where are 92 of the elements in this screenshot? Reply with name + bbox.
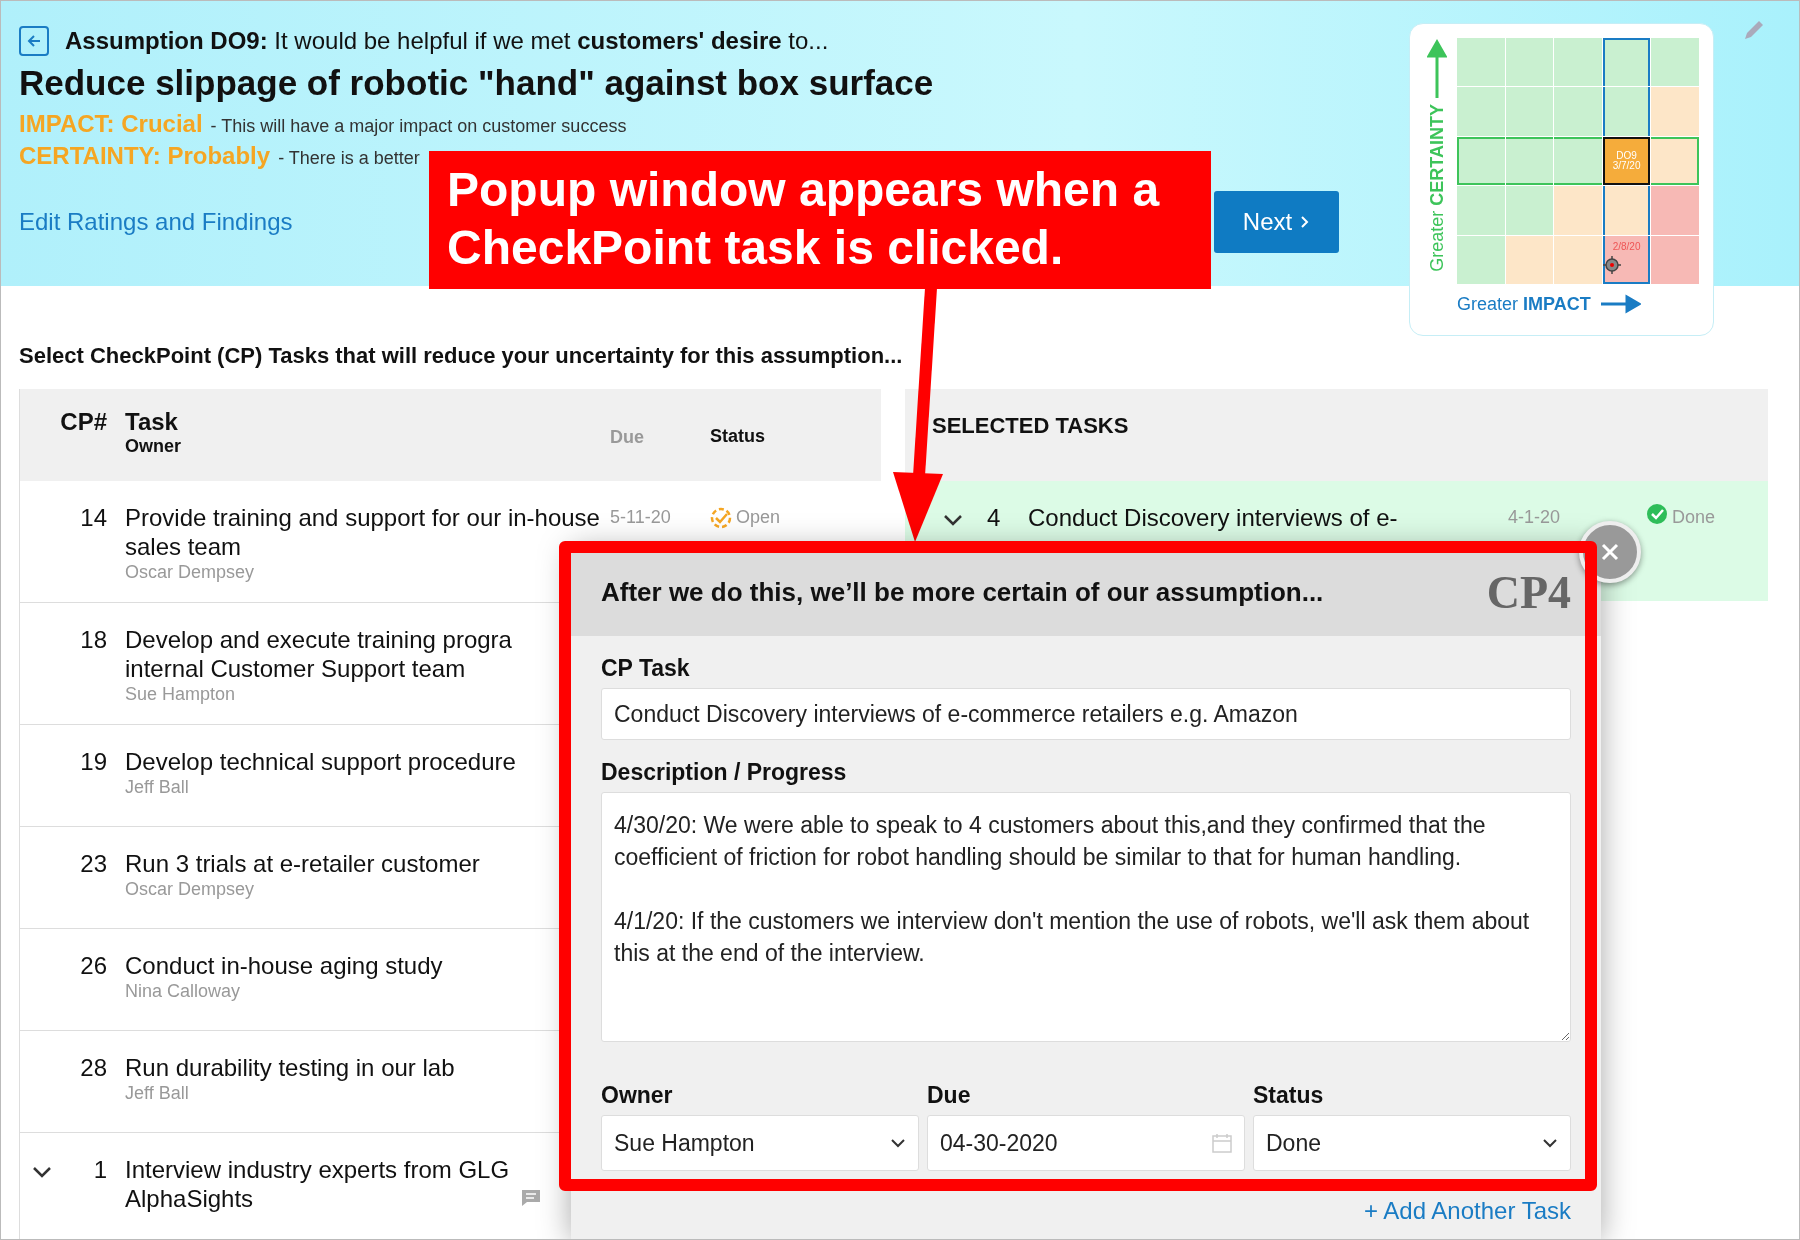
rating-description: - There is a better [278,147,420,170]
chevron-right-icon [1300,215,1311,229]
task-title[interactable]: Run 3 trials at e-retailer customer [125,849,480,878]
matrix-cell [1457,38,1505,87]
matrix-cell [1505,136,1554,186]
cp-number: 26 [80,951,107,980]
check-circle-icon [1646,503,1668,525]
previous-date: 2/8/20 [1612,241,1641,252]
rating-label: IMPACT: Crucial [19,109,203,139]
matrix-cell [1505,186,1554,235]
chevron-down-icon [1542,1136,1558,1150]
task-title[interactable]: Interview industry experts from GLG AlphaSights [125,1155,510,1213]
rating-description: - This will have a major impact on customer success [210,115,627,138]
cp-number: 18 [80,625,107,654]
column-header: Task [125,407,179,436]
axis-label: Greater IMPACT [1457,292,1591,316]
matrix-cell [1457,235,1505,284]
matrix-cell [1554,87,1602,136]
up-arrow-icon [1427,38,1447,100]
matrix-cell [1651,38,1699,87]
back-button[interactable] [19,26,49,56]
axis-label: Greater CERTAINTY [1425,104,1448,272]
cp-number: 23 [80,849,107,878]
cp-number: 14 [80,503,107,532]
section-prompt: Select CheckPoint (CP) Tasks that will reduce your uncertainty for this assumption... [19,342,904,370]
status-select[interactable]: Done [1253,1115,1571,1171]
due-date: 4-1-20 [1508,507,1561,527]
matrix-cell [1651,136,1699,186]
assumption-intro: Assumption DO9: It would be helpful if we met customers' desire to... [65,26,829,56]
close-icon [1600,542,1620,562]
callout-text: Popup window appears when a CheckPoint task is clicked. [429,151,1211,289]
column-header: Owner [125,436,182,456]
due-date: 5-11-20 [610,506,672,529]
cp-number: 1 [93,1155,107,1184]
matrix-point-label: DO9 [1616,151,1637,161]
task-title[interactable]: Run durability testing in our lab [125,1053,455,1082]
task-title[interactable]: Develop and execute training progra internal Customer Support team [125,625,512,683]
task-owner: Sue Hampton [125,683,237,705]
matrix-cell [1602,38,1651,87]
task-status: Open [736,506,781,529]
status-icon [710,506,732,529]
matrix-cell [1554,186,1602,235]
selected-tasks-header: SELECTED TASKS [905,389,1768,481]
matrix-cell [1505,235,1554,284]
back-arrow-icon [26,33,42,49]
matrix-cell [1602,87,1651,136]
assumption-title: Reduce slippage of robotic "hand" against box surface [19,62,935,104]
matrix-cell [1554,136,1602,186]
target-marker-icon [1602,255,1621,274]
cp-number: 28 [80,1053,107,1082]
field-label: Due [927,1081,972,1110]
chevron-down-icon [890,1136,906,1150]
edit-ratings-link[interactable]: Edit Ratings and Findings [19,204,293,240]
column-header: CP# [60,408,107,435]
matrix-point-date: 3/7/20 [1612,161,1641,171]
matrix-cell [1602,186,1651,235]
task-field[interactable]: Conduct Discovery interviews of e-commerce retailers e.g. Amazon [601,688,1571,740]
matrix-cell [1554,235,1602,284]
add-task-link[interactable]: + Add Another Task [1363,1193,1571,1229]
rating-label: CERTAINTY: Probably [19,141,271,171]
cp-number: 19 [80,747,107,776]
matrix-cell [1505,38,1554,87]
task-owner: Jeff Ball [125,776,190,798]
task-title: Conduct Discovery interviews of e- [1028,504,1398,531]
cp-number: 4 [987,503,1001,532]
field-label: Description / Progress [601,758,848,787]
date-field[interactable]: 04-30-2020 [927,1115,1245,1171]
calendar-icon [1212,1133,1232,1153]
task-owner: Oscar Dempsey [125,878,256,900]
task-title[interactable]: Provide training and support for our in-house sales team [125,503,610,561]
matrix-cell [1457,186,1505,235]
matrix-cell [1651,87,1699,136]
task-status: Done [1672,506,1716,529]
comment-icon [521,1189,542,1207]
field-label: Owner [601,1081,674,1110]
task-owner: Nina Calloway [125,980,242,1002]
field-label: Status [1253,1081,1325,1110]
owner-select[interactable]: Sue Hampton [601,1115,919,1171]
task-owner: Oscar Dempsey [125,561,256,583]
column-header: Due [610,427,644,447]
matrix-cell [1554,38,1602,87]
task-title[interactable]: Develop technical support procedure [125,747,516,776]
matrix-cell [1457,136,1505,186]
matrix-cell [1505,87,1554,136]
field-label: CP Task [601,654,691,683]
next-button[interactable]: Next [1214,191,1339,253]
right-arrow-icon [1598,294,1641,314]
column-header: Status [710,426,765,446]
description-field[interactable]: 4/30/20: We were able to speak to 4 customers about this,and they confirmed that the coefficient of friction for robot handling should be similar to that for human handling. 4/1/20: If the customers we interview don't mention the use of robots, we'll ask them about this at the end of the interview. [601,792,1571,1042]
matrix-cell [1457,87,1505,136]
task-title[interactable]: Conduct in-house aging study [125,951,443,980]
matrix-cell [1651,186,1699,235]
